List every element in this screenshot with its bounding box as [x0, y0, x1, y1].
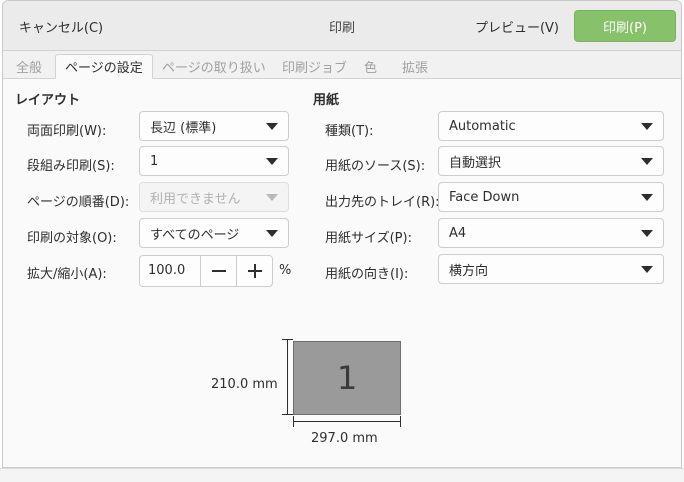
output-tray-label: 出力先のトレイ(R):	[325, 195, 440, 210]
print-target-label: 印刷の対象(O):	[27, 231, 117, 246]
tab-advanced[interactable]: 拡張	[393, 54, 437, 79]
paper-source-dropdown-icon	[641, 158, 653, 165]
tab-general[interactable]: 全般	[7, 54, 51, 79]
print-target-combo[interactable]: すべてのページ	[139, 218, 289, 248]
minus-icon	[211, 270, 226, 272]
tab-color[interactable]: 色	[355, 54, 386, 79]
paper-size-dropdown-icon	[641, 230, 653, 237]
nup-dropdown-icon	[266, 158, 278, 165]
tab-print-job[interactable]: 印刷ジョブ	[273, 54, 356, 79]
tab-page-setup[interactable]: ページの設定	[55, 54, 153, 79]
tab-page-handling[interactable]: ページの取り扱い	[153, 54, 275, 79]
background-document-strip	[0, 468, 684, 482]
nup-label: 段組み印刷(S):	[27, 159, 115, 174]
orientation-dropdown-icon	[641, 266, 653, 273]
paper-type-dropdown-icon	[641, 123, 653, 130]
duplex-combo[interactable]: 長辺 (標準)	[139, 111, 289, 141]
paper-section-title: 用紙	[313, 93, 340, 108]
nup-combo[interactable]: 1	[139, 146, 289, 176]
duplex-label: 両面印刷(W):	[27, 124, 107, 139]
height-dimension-cap-top	[282, 339, 293, 340]
paper-source-label: 用紙のソース(S):	[325, 159, 426, 174]
header-bar: キャンセル(C) 印刷 プレビュー(V) 印刷(P)	[3, 1, 681, 51]
scale-spinbutton: 100.0	[139, 255, 273, 287]
height-dimension-label: 210.0 mm	[211, 377, 278, 392]
width-dimension-label: 297.0 mm	[311, 431, 378, 446]
paper-size-label: 用紙サイズ(P):	[325, 231, 412, 246]
height-dimension-line	[287, 339, 288, 415]
width-dimension-cap-right	[400, 416, 401, 427]
paper-type-value: Automatic	[449, 118, 516, 134]
nup-value: 1	[150, 153, 159, 169]
plus-icon	[247, 264, 262, 278]
paper-source-value: 自動選択	[449, 155, 502, 171]
height-dimension-cap-bottom	[282, 414, 293, 415]
page-preview: 1	[293, 341, 401, 415]
width-dimension-line	[293, 421, 401, 422]
page-order-label: ページの順番(D):	[27, 195, 130, 210]
paper-size-value: A4	[449, 225, 467, 241]
scale-unit: %	[279, 263, 292, 278]
print-button[interactable]: 印刷(P)	[574, 10, 676, 42]
page-preview-number: 1	[336, 359, 358, 397]
scale-input[interactable]: 100.0	[148, 263, 185, 278]
duplex-dropdown-icon	[266, 123, 278, 130]
output-tray-dropdown-icon	[641, 194, 653, 201]
scale-decrease-button[interactable]	[200, 256, 236, 286]
output-tray-combo[interactable]: Face Down	[438, 182, 664, 212]
width-dimension-cap-left	[293, 416, 294, 427]
page-order-value: 利用できません	[150, 191, 241, 207]
tab-bar: 全般 ページの設定 ページの取り扱い 印刷ジョブ 色 拡張	[3, 51, 681, 79]
print-target-dropdown-icon	[266, 230, 278, 237]
output-tray-value: Face Down	[449, 189, 520, 205]
paper-type-label: 種類(T):	[325, 124, 374, 139]
page-order-dropdown-icon	[266, 194, 278, 201]
print-dialog: キャンセル(C) 印刷 プレビュー(V) 印刷(P) 全般 ページの設定 ページ…	[2, 0, 682, 468]
page-order-combo: 利用できません	[139, 182, 289, 212]
orientation-label: 用紙の向き(I):	[325, 267, 409, 282]
paper-source-combo[interactable]: 自動選択	[438, 146, 664, 176]
preview-button[interactable]: プレビュー(V)	[465, 10, 569, 42]
paper-size-combo[interactable]: A4	[438, 218, 664, 248]
print-target-value: すべてのページ	[150, 227, 240, 243]
duplex-value: 長辺 (標準)	[150, 120, 217, 136]
layout-section-title: レイアウト	[15, 93, 81, 108]
scale-increase-button[interactable]	[236, 256, 272, 286]
orientation-value: 横方向	[449, 263, 489, 279]
orientation-combo[interactable]: 横方向	[438, 254, 664, 284]
paper-type-combo[interactable]: Automatic	[438, 111, 664, 141]
scale-label: 拡大/縮小(A):	[27, 267, 107, 282]
